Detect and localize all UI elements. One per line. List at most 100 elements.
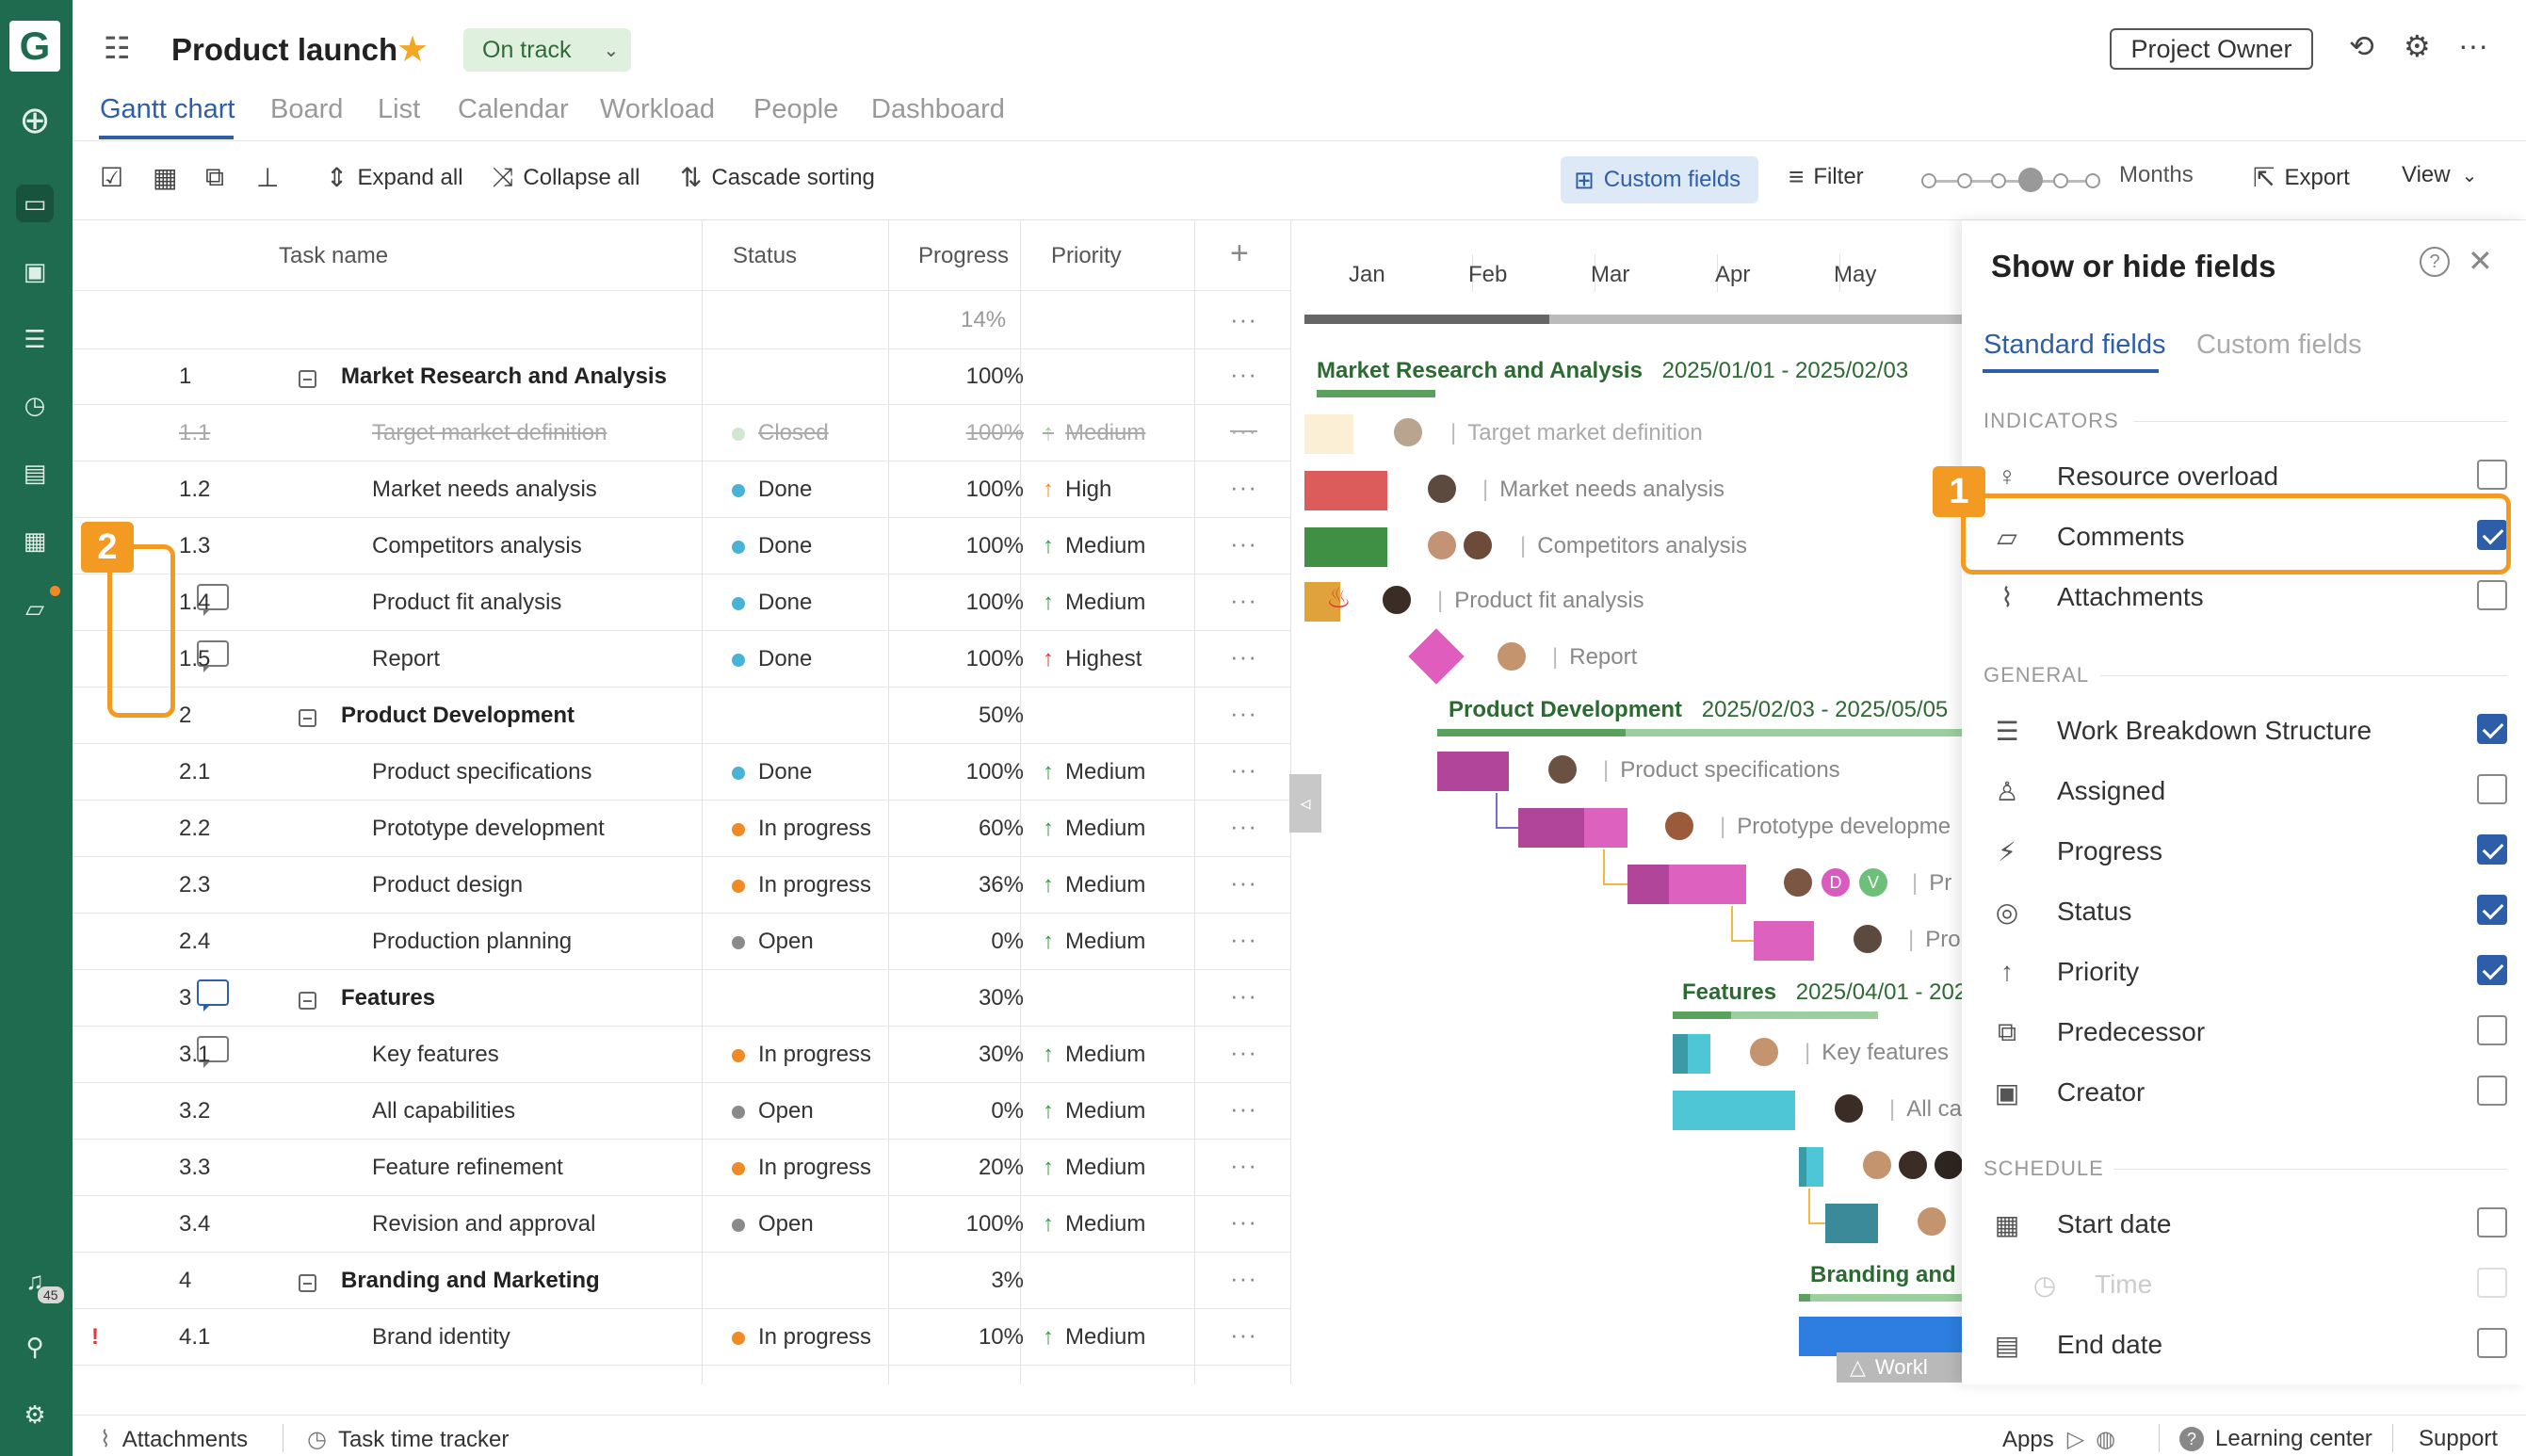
field-checkbox[interactable] xyxy=(2477,1328,2507,1358)
row-menu-icon[interactable]: ··· xyxy=(1230,586,1257,615)
field-toggle-priority[interactable]: ↑ Priority xyxy=(1991,951,2507,993)
table-row[interactable]: 1 Market Research and Analysis 100% ··· xyxy=(73,348,1290,405)
add-column-icon[interactable]: + xyxy=(1230,235,1249,272)
gantt-bar-prototype[interactable] xyxy=(1518,808,1584,848)
export-button[interactable]: ⇱ Export xyxy=(2253,162,2350,193)
history-icon[interactable]: ⟲ xyxy=(2349,28,2374,64)
gear-icon[interactable]: ⚙ xyxy=(2404,28,2431,64)
hierarchy-icon[interactable]: ⧉ xyxy=(205,162,234,193)
collapse-toggle[interactable] xyxy=(299,1270,316,1296)
progress-cell[interactable]: 0% xyxy=(991,1098,1024,1124)
table-row[interactable]: 3.2 All capabilities Open 0% ↑ Medium ··· xyxy=(73,1083,1290,1140)
tab-workload[interactable]: Workload xyxy=(600,94,715,125)
zoom-slider-track[interactable] xyxy=(1921,180,2100,183)
gantt-bar-brand[interactable] xyxy=(1799,1317,1962,1356)
table-row[interactable]: 2.1 Product specifications Done 100% ↑ Medium… xyxy=(73,744,1290,801)
field-toggle-resource-overload[interactable]: ♀ Resource overload xyxy=(1991,456,2507,497)
status-cell[interactable]: In progress xyxy=(732,872,871,898)
tab-standard-fields[interactable]: Standard fields xyxy=(1984,330,2165,361)
progress-cell[interactable]: 3% xyxy=(991,1268,1024,1294)
status-dropdown[interactable]: On track ⌄ xyxy=(463,28,631,72)
summary-market[interactable]: Market Research and Analysis 2025/01/01 … xyxy=(1317,358,1908,384)
column-priority[interactable]: Priority xyxy=(1051,243,1122,269)
column-task-name[interactable]: Task name xyxy=(279,243,388,269)
column-progress[interactable]: Progress xyxy=(918,243,1009,269)
progress-cell[interactable]: 60% xyxy=(979,816,1024,842)
tab-list[interactable]: List xyxy=(378,94,420,125)
project-owner-button[interactable]: Project Owner xyxy=(2110,28,2313,70)
tab-gantt-chart[interactable]: Gantt chart xyxy=(100,94,235,125)
status-cell[interactable]: Done xyxy=(732,533,812,559)
settings-icon[interactable]: ⚙ xyxy=(16,1396,54,1433)
status-cell[interactable]: Done xyxy=(732,477,812,503)
status-cell[interactable]: Done xyxy=(732,646,812,672)
summary-bar-remaining[interactable] xyxy=(1731,1011,1878,1019)
apple-icon[interactable]: ◍ xyxy=(2096,1426,2115,1453)
row-menu-icon[interactable]: ··· xyxy=(1230,305,1257,334)
tab-people[interactable]: People xyxy=(753,94,838,125)
collapse-toggle[interactable] xyxy=(299,704,316,731)
row-menu-icon[interactable]: ··· xyxy=(1230,529,1257,558)
summary-bar-remaining[interactable] xyxy=(1626,729,1962,736)
collapse-all-button[interactable]: ⤨ Collapse all xyxy=(493,162,640,193)
progress-cell[interactable]: 100% xyxy=(966,364,1024,390)
row-menu-icon[interactable]: ··· xyxy=(1230,642,1257,671)
gantt-bar-refinement[interactable] xyxy=(1799,1147,1806,1187)
collapse-grid-handle[interactable]: ◃ xyxy=(1289,774,1321,833)
table-row[interactable]: 1.3 Competitors analysis Done 100% ↑ Medium ··… xyxy=(73,518,1290,574)
task-name[interactable]: Competitors analysis xyxy=(372,533,582,559)
gantt-bar-competitors[interactable] xyxy=(1304,527,1387,567)
progress-cell[interactable]: 100% xyxy=(966,533,1024,559)
summary-bar-remaining[interactable] xyxy=(1810,1294,1962,1302)
field-checkbox[interactable] xyxy=(2477,834,2507,865)
baseline-icon[interactable]: ⊥ xyxy=(256,162,288,193)
list-icon[interactable]: ☰ xyxy=(16,320,54,358)
custom-fields-button[interactable]: ⊞ Custom fields xyxy=(1561,156,1758,203)
gantt-bar-needs[interactable] xyxy=(1304,471,1387,510)
table-row[interactable]: 4 Branding and Marketing 3% ··· xyxy=(73,1253,1290,1309)
gantt-bar-planning[interactable] xyxy=(1754,921,1814,961)
field-toggle-start-date[interactable]: ▦ Start date xyxy=(1991,1204,2507,1245)
field-checkbox[interactable] xyxy=(2477,1207,2507,1238)
field-toggle-predecessor[interactable]: ⧉ Predecessor xyxy=(1991,1011,2507,1053)
task-name[interactable]: Report xyxy=(372,646,440,672)
workload-toggle[interactable]: △ Workl xyxy=(1837,1352,1962,1383)
task-name[interactable]: Product design xyxy=(372,872,523,898)
priority-cell[interactable]: ↑ Medium xyxy=(1043,1211,1145,1238)
project-menu-icon[interactable]: ☷ xyxy=(104,30,131,66)
field-toggle-end-date[interactable]: ▤ End date xyxy=(1991,1324,2507,1366)
task-name[interactable]: Prototype development xyxy=(372,816,605,842)
status-cell[interactable]: In progress xyxy=(732,1042,871,1068)
gantt-bar-all[interactable] xyxy=(1673,1091,1795,1130)
table-row[interactable]: 1.2 Market needs analysis Done 100% ↑ High ··· xyxy=(73,461,1290,518)
progress-cell[interactable]: 36% xyxy=(979,872,1024,898)
filter-button[interactable]: ≡ Filter xyxy=(1789,162,1864,192)
row-menu-icon[interactable]: ··· xyxy=(1230,1207,1257,1237)
priority-cell[interactable]: ↑ Medium xyxy=(1043,420,1145,446)
status-cell[interactable]: Open xyxy=(732,1211,814,1238)
status-cell[interactable]: In progress xyxy=(732,1155,871,1181)
table-row[interactable]: ! 4.1 Brand identity In progress 10% ↑ Medium ·… xyxy=(73,1309,1290,1366)
field-toggle-work-breakdown-structure[interactable]: ☰ Work Breakdown Structure xyxy=(1991,710,2507,752)
add-icon[interactable]: ⊕ xyxy=(16,100,54,141)
row-menu-icon[interactable]: ··· xyxy=(1230,755,1257,785)
table-row[interactable]: 2.3 Product design In progress 36% ↑ Medium ··… xyxy=(73,857,1290,914)
gantt-bar-key-remaining[interactable] xyxy=(1688,1034,1710,1074)
search-icon[interactable]: ⚲ xyxy=(16,1328,54,1366)
gantt-bar-prototype-remaining[interactable] xyxy=(1584,808,1627,848)
priority-cell[interactable]: ↑ Medium xyxy=(1043,872,1145,898)
status-cell[interactable]: Done xyxy=(732,590,812,616)
zoom-step[interactable] xyxy=(2053,173,2068,188)
task-name[interactable]: Brand identity xyxy=(372,1324,510,1351)
row-menu-icon[interactable]: ··· xyxy=(1230,812,1257,841)
field-checkbox[interactable] xyxy=(2477,774,2507,804)
priority-cell[interactable]: ↑ High xyxy=(1043,477,1111,503)
field-toggle-time[interactable]: ◷ Time xyxy=(1991,1264,2507,1305)
table-row[interactable]: 2 Product Development 50% ··· xyxy=(73,688,1290,744)
summary-bar[interactable] xyxy=(1673,1011,1731,1019)
summary-features[interactable]: Features 2025/04/01 - 202 xyxy=(1682,979,1967,1006)
summary-bar[interactable] xyxy=(1799,1294,1810,1302)
row-menu-icon[interactable]: ··· xyxy=(1230,699,1257,728)
progress-cell[interactable]: 50% xyxy=(979,703,1024,729)
priority-cell[interactable]: ↑ Medium xyxy=(1043,533,1145,559)
